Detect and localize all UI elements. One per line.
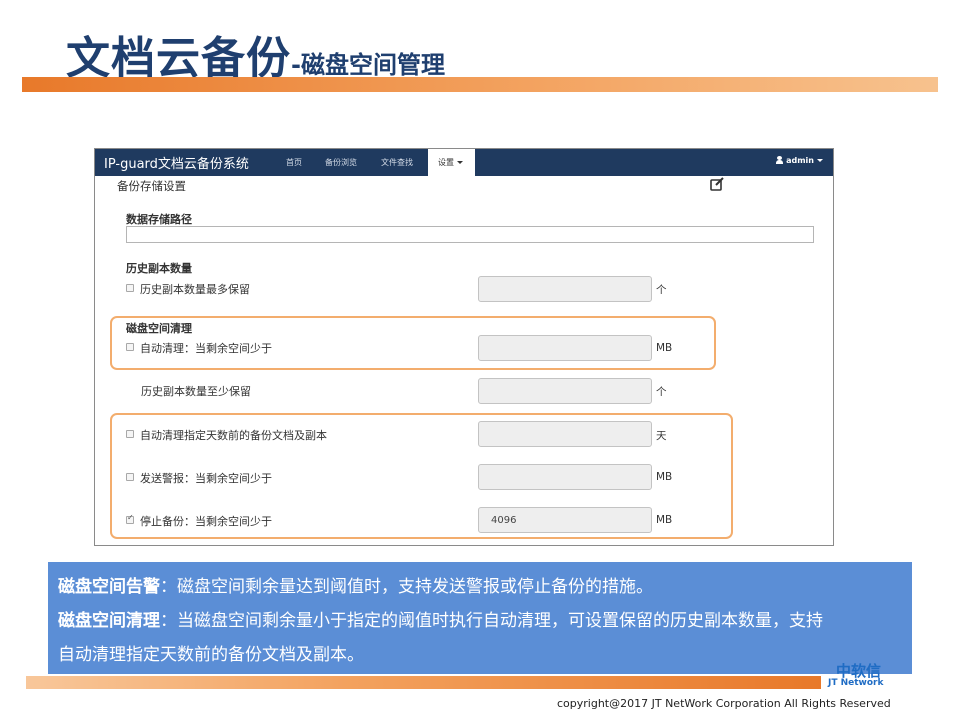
panel-title: 备份存储设置	[117, 179, 186, 193]
copyright: copyright@2017 JT NetWork Corporation Al…	[557, 697, 891, 710]
history-min-unit: 个	[656, 386, 667, 398]
send-alert-unit: MB	[656, 471, 673, 483]
storage-path-label: 数据存储路径	[126, 213, 192, 226]
stop-backup-row: 停止备份：当剩余空间少于	[126, 513, 272, 529]
info-clean-line: 磁盘空间清理：当磁盘空间剩余量小于指定的阈值时执行自动清理，可设置保留的历史副本…	[58, 604, 902, 638]
send-alert-checkbox[interactable]	[126, 473, 134, 481]
send-alert-input[interactable]	[478, 464, 652, 490]
nav-home[interactable]: 首页	[286, 157, 302, 168]
auto-clean-days-checkbox[interactable]	[126, 430, 134, 438]
history-count-heading: 历史副本数量	[126, 262, 192, 275]
stop-backup-input[interactable]: 4096	[478, 507, 652, 533]
info-clean-line-2: 自动清理指定天数前的备份文档及副本。	[58, 645, 364, 665]
history-max-unit: 个	[656, 284, 667, 296]
logo-en: JT Network	[828, 678, 884, 688]
info-alert-line: 磁盘空间告警：磁盘空间剩余量达到阈值时，支持发送警报或停止备份的措施。	[58, 570, 902, 604]
info-alert-term: 磁盘空间告警	[58, 577, 160, 597]
cleanup-heading: 磁盘空间清理	[126, 322, 192, 335]
info-clean-text: ：当磁盘空间剩余量小于指定的阈值时执行自动清理，可设置保留的历史副本数量，支持	[160, 611, 823, 631]
history-max-label: 历史副本数量最多保留	[140, 283, 250, 296]
stop-backup-checkbox[interactable]	[126, 513, 134, 524]
auto-clean-days-label: 自动清理指定天数前的备份文档及副本	[140, 429, 327, 442]
nav-settings-label: 设置	[438, 158, 454, 167]
footer-bar	[26, 676, 821, 689]
auto-clean-checkbox[interactable]	[126, 343, 134, 351]
stop-backup-label: 停止备份：当剩余空间少于	[140, 515, 272, 528]
nav-file-search[interactable]: 文件查找	[381, 157, 413, 168]
info-box: 磁盘空间告警：磁盘空间剩余量达到阈值时，支持发送警报或停止备份的措施。 磁盘空间…	[48, 562, 912, 674]
nav-backup-browse[interactable]: 备份浏览	[325, 157, 357, 168]
stop-backup-unit: MB	[656, 514, 673, 526]
auto-clean-row: 自动清理：当剩余空间少于	[126, 340, 272, 356]
user-menu[interactable]: admin	[776, 156, 823, 165]
auto-clean-label: 自动清理：当剩余空间少于	[140, 342, 272, 355]
top-navbar: IP-guard文档云备份系统 首页 备份浏览 文件查找 设置 admin	[95, 149, 833, 176]
auto-clean-unit: MB	[656, 342, 673, 354]
history-max-row: 历史副本数量最多保留	[126, 281, 250, 297]
history-max-checkbox[interactable]	[126, 284, 134, 292]
send-alert-row: 发送警报：当剩余空间少于	[126, 470, 272, 486]
info-alert-text: ：磁盘空间剩余量达到阈值时，支持发送警报或停止备份的措施。	[160, 577, 653, 597]
edit-icon[interactable]	[709, 176, 725, 192]
user-icon	[776, 156, 784, 164]
info-clean-term: 磁盘空间清理	[58, 611, 160, 631]
history-min-input[interactable]	[478, 378, 652, 404]
auto-clean-days-input[interactable]	[478, 421, 652, 447]
title-underline-bar	[22, 77, 938, 92]
auto-clean-input[interactable]	[478, 335, 652, 361]
slide-title-sub: -磁盘空间管理	[291, 51, 445, 79]
storage-path-input[interactable]	[126, 226, 814, 243]
company-logo: 中软信 JT Network	[826, 662, 904, 690]
send-alert-label: 发送警报：当剩余空间少于	[140, 472, 272, 485]
auto-clean-days-row: 自动清理指定天数前的备份文档及副本	[126, 427, 327, 443]
app-screenshot: IP-guard文档云备份系统 首页 备份浏览 文件查找 设置 admin 备份…	[94, 148, 834, 546]
user-name: admin	[786, 156, 814, 165]
auto-clean-days-unit: 天	[656, 430, 667, 442]
nav-settings[interactable]: 设置	[428, 149, 475, 176]
chevron-down-icon	[457, 161, 463, 164]
history-min-label: 历史副本数量至少保留	[141, 385, 251, 398]
chevron-down-icon	[817, 159, 823, 162]
app-brand[interactable]: IP-guard文档云备份系统	[104, 153, 249, 172]
history-max-input[interactable]	[478, 276, 652, 302]
